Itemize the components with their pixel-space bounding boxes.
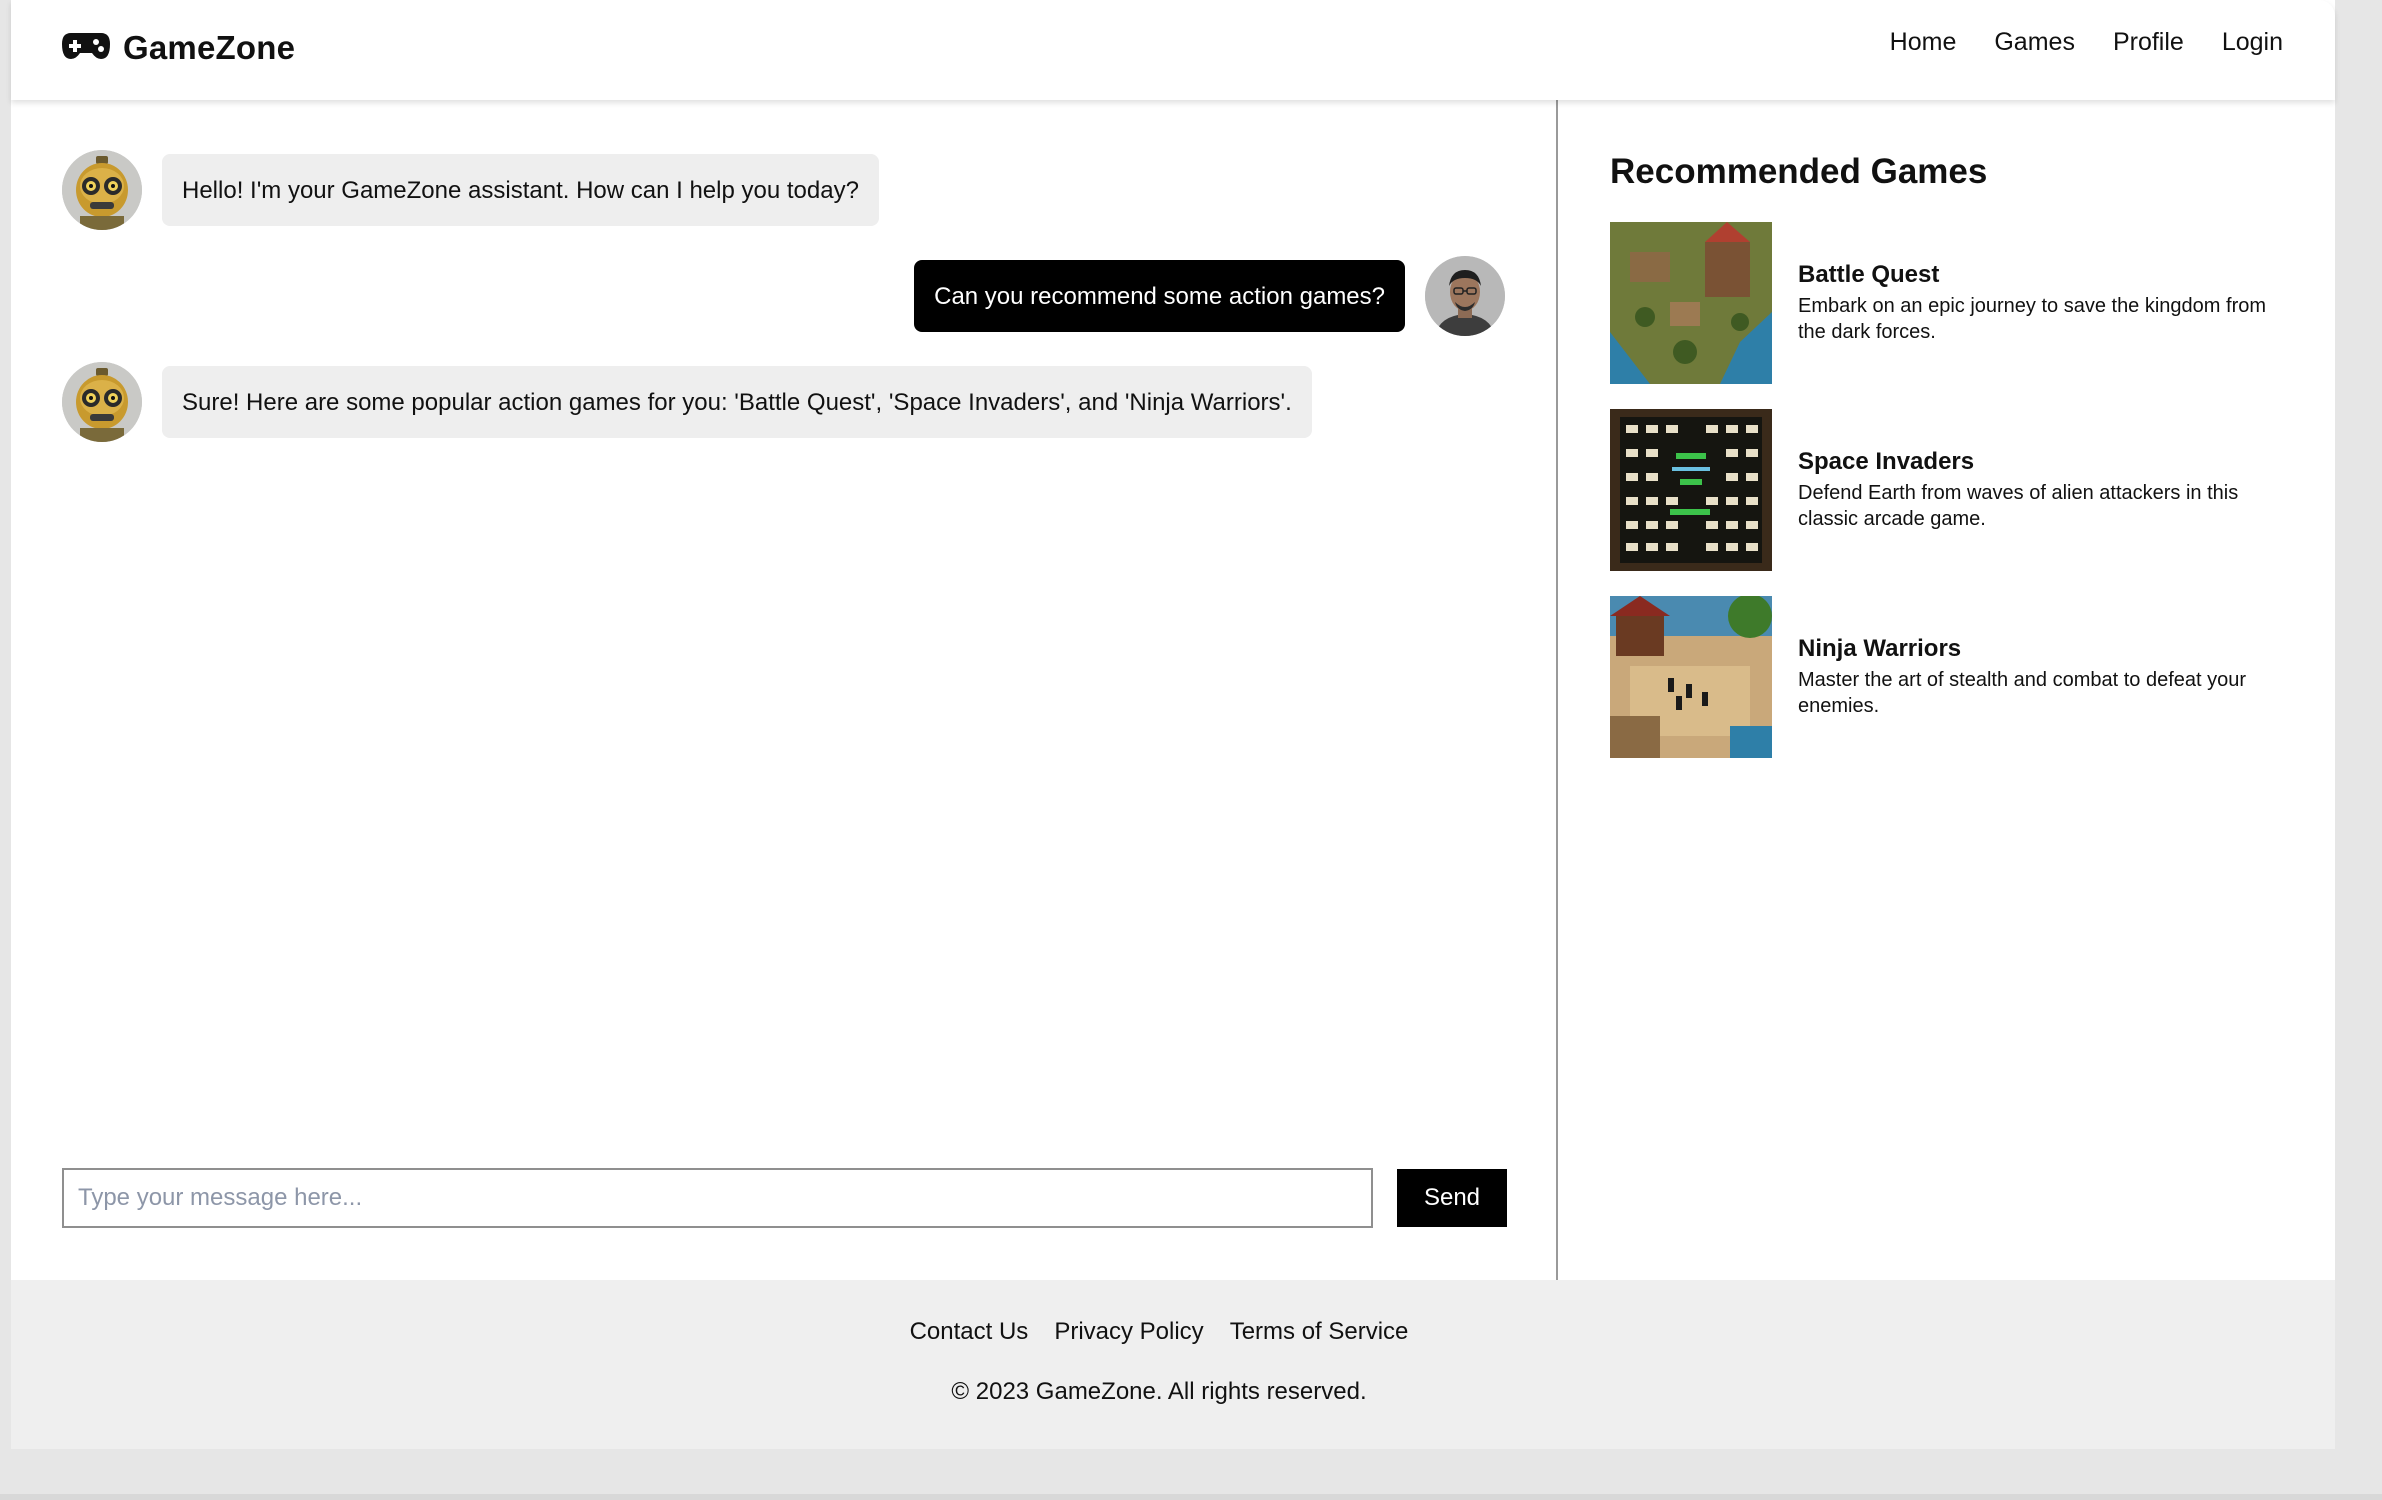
robot-avatar — [62, 362, 142, 442]
chat-panel: Hello! I'm your GameZone assistant. How … — [11, 100, 1558, 1280]
game-thumbnail — [1610, 222, 1772, 384]
game-thumbnail — [1610, 409, 1772, 571]
footer: Contact Us Privacy Policy Terms of Servi… — [11, 1280, 2335, 1449]
header: GameZone Home Games Profile Login — [11, 0, 2335, 100]
copyright: © 2023 GameZone. All rights reserved. — [951, 1378, 1367, 1405]
game-name: Battle Quest — [1798, 261, 1940, 288]
game-description: Defend Earth from waves of alien attacke… — [1798, 482, 2239, 530]
game-description: Master the art of stealth and combat to … — [1798, 669, 2247, 717]
brand[interactable]: GameZone — [61, 26, 295, 70]
game-name: Space Invaders — [1798, 448, 1975, 475]
footer-link-privacy[interactable]: Privacy Policy — [1054, 1318, 1203, 1346]
game-info: Battle Quest Embark on an epic journey t… — [1798, 261, 2288, 345]
footer-link-contact[interactable]: Contact Us — [910, 1318, 1029, 1346]
chat-message-user: Can you recommend some action games? — [914, 256, 1505, 336]
message-composer: Send — [62, 1168, 1508, 1228]
game-card-space-invaders[interactable]: Space Invaders Defend Earth from waves o… — [1610, 409, 2290, 571]
footer-link-terms[interactable]: Terms of Service — [1230, 1318, 1409, 1346]
chat-message-bot: Hello! I'm your GameZone assistant. How … — [62, 150, 879, 230]
brand-name: GameZone — [123, 29, 296, 66]
nav-home[interactable]: Home — [1890, 28, 1957, 57]
nav-profile[interactable]: Profile — [2113, 28, 2184, 57]
game-name: Ninja Warriors — [1798, 635, 1962, 662]
window-bottom-edge — [0, 1494, 2382, 1500]
chat-message-bot: Sure! Here are some popular action games… — [62, 362, 1312, 442]
nav-login[interactable]: Login — [2222, 28, 2283, 57]
chat-bubble-bot: Sure! Here are some popular action games… — [162, 365, 1312, 439]
gamepad-icon — [61, 31, 111, 66]
user-avatar — [1425, 256, 1505, 336]
chat-bubble-user: Can you recommend some action games? — [914, 259, 1405, 333]
game-info: Ninja Warriors Master the art of stealth… — [1798, 635, 2288, 719]
game-card-ninja-warriors[interactable]: Ninja Warriors Master the art of stealth… — [1610, 596, 2290, 758]
game-thumbnail — [1610, 596, 1772, 758]
robot-avatar — [62, 150, 142, 230]
send-button[interactable]: Send — [1397, 1169, 1507, 1227]
message-input[interactable] — [62, 1168, 1373, 1228]
nav-games[interactable]: Games — [1994, 28, 2075, 57]
footer-links: Contact Us Privacy Policy Terms of Servi… — [0, 1318, 2321, 1346]
recommended-title: Recommended Games — [1610, 152, 1988, 191]
chat-bubble-bot: Hello! I'm your GameZone assistant. How … — [162, 153, 879, 227]
game-info: Space Invaders Defend Earth from waves o… — [1798, 448, 2288, 532]
main-nav: Home Games Profile Login — [1890, 28, 2283, 57]
app-window: GameZone Home Games Profile Login Hello!… — [11, 0, 2335, 1449]
game-card-battle-quest[interactable]: Battle Quest Embark on an epic journey t… — [1610, 222, 2290, 384]
game-description: Embark on an epic journey to save the ki… — [1798, 295, 2267, 343]
